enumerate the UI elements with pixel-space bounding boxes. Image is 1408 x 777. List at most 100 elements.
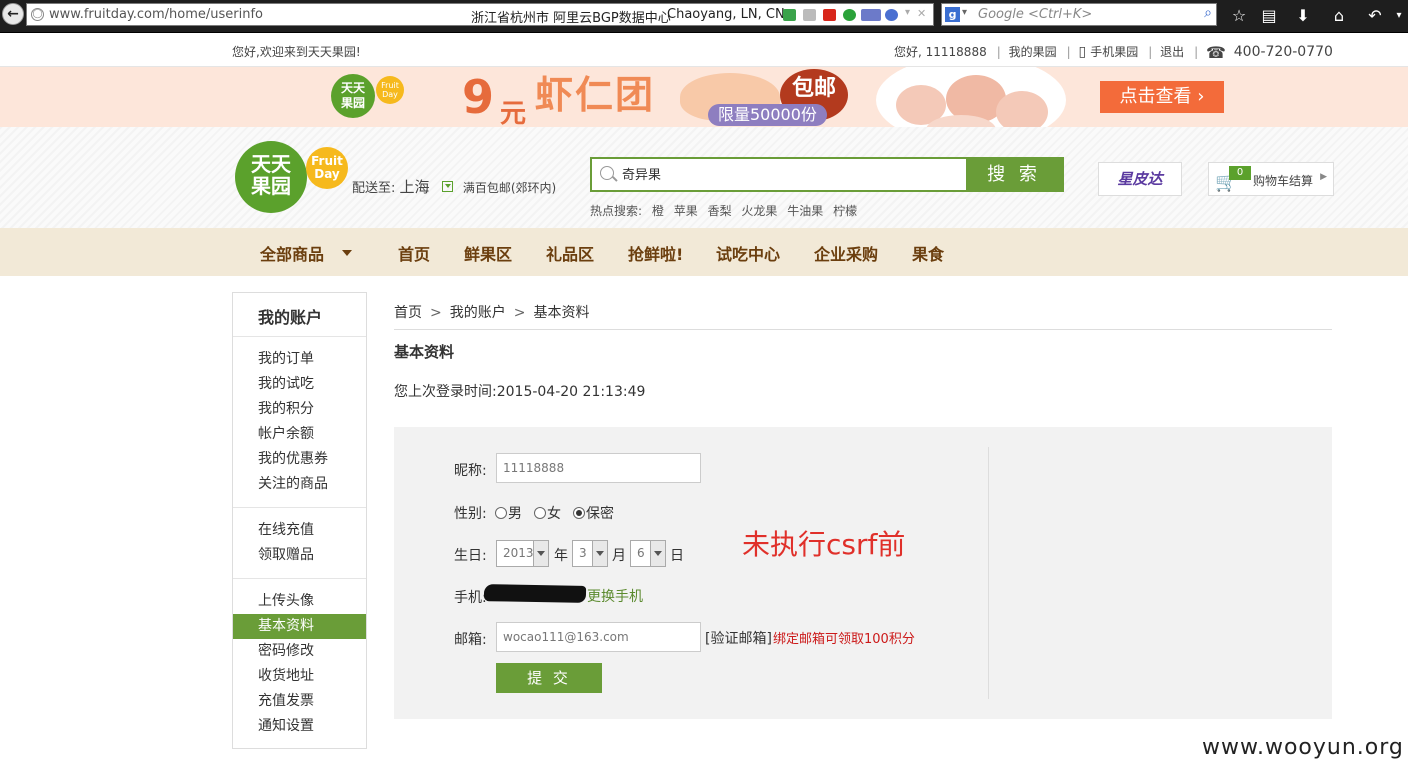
chevron-down-icon[interactable] [342,250,352,256]
nav-item-fresh[interactable]: 鲜果区 [464,241,512,265]
nav-item-home[interactable]: 首页 [398,241,430,265]
qr-extension-icon[interactable] [803,9,816,21]
reload-icon[interactable]: ✕ [917,7,930,20]
sidebar-item-notifications[interactable]: 通知设置 [233,714,366,739]
birth-day-select[interactable]: 6 [630,540,666,567]
google-icon[interactable]: g [945,7,960,22]
bookmarks-list-icon[interactable]: ▤ [1258,5,1280,27]
nav-item-fruit-food[interactable]: 果食 [912,241,944,265]
address-bar[interactable]: ◯ www.fruitday.com/home/userinfo 浙江省杭州市 … [26,3,934,26]
delivery-region[interactable]: 配送至: 上海 满百包邮(郊环内) [352,176,556,197]
cart-button[interactable]: 🛒 0 购物车结算 ▶ [1208,162,1334,196]
sidebar-item-recharge[interactable]: 在线充值 [233,518,366,543]
gender-female-label: 女 [547,506,561,522]
shield-extension-icon[interactable] [783,9,796,21]
download-icon[interactable]: ⬇ [1292,5,1314,27]
partner-logo-button[interactable]: 星皮达 [1098,162,1182,196]
sidebar-item-points[interactable]: 我的积分 [233,397,366,422]
search-input[interactable] [622,166,962,181]
sidebar-item-invoice[interactable]: 充值发票 [233,689,366,714]
radio-female[interactable] [534,507,546,519]
logo-line2: 果园 [251,174,291,198]
submit-button[interactable]: 提 交 [496,663,602,693]
birthday-label: 生日: [454,548,487,564]
sidebar-title: 我的账户 [258,308,323,327]
deliver-city[interactable]: 上海 [400,178,430,196]
sidebar-item-profile[interactable]: 基本资料 [233,614,366,639]
sidebar-item-orders[interactable]: 我的订单 [233,347,366,372]
nickname-input[interactable] [496,453,701,483]
nav-item-flash-sale[interactable]: 抢鲜啦! [628,241,683,265]
nav-all-products[interactable]: 全部商品 [260,241,324,265]
hot-search-label: 热点搜索: [590,204,643,218]
banner-logo: 天天 果园 [331,74,375,118]
birth-year-select[interactable]: 2013 [496,540,549,567]
verify-email-link[interactable]: [验证邮箱] [705,628,772,648]
hot-search-term[interactable]: 香梨 [708,204,732,218]
sidebar-divider [233,507,366,508]
browser-search-bar[interactable]: g ▾ Google <Ctrl+K> ⌕ [941,3,1217,26]
sidebar-divider [233,578,366,579]
engine-dropdown-icon[interactable]: ▾ [962,7,967,18]
birth-month-select[interactable]: 3 [572,540,608,567]
my-fruitday-link[interactable]: 我的果园 [1009,45,1057,59]
region-dropdown-icon[interactable] [441,181,453,192]
view-now-button[interactable]: 点击查看 › [1100,81,1224,113]
undo-icon[interactable]: ↶ [1364,5,1386,27]
hot-search-term[interactable]: 火龙果 [741,204,777,218]
top-links: 您好, 11118888 | 我的果园 | ▯ 手机果园 | 退出 | ☎ 400-720… [894,43,1333,62]
bookmark-star-icon[interactable]: ☆ [1228,5,1250,27]
breadcrumb-account[interactable]: 我的账户 [450,305,506,321]
nav-item-enterprise[interactable]: 企业采购 [814,241,878,265]
radio-male[interactable] [495,507,507,519]
back-arrow-icon[interactable]: ← [2,3,24,25]
nav-item-tasting[interactable]: 试吃中心 [716,241,780,265]
email-input[interactable] [496,622,701,652]
search-icon[interactable]: ⌕ [1204,5,1212,21]
browser-toolbar: ← ◯ www.fruitday.com/home/userinfo 浙江省杭州… [0,0,1408,33]
ie-extension-icon[interactable] [885,9,898,21]
gender-option-male[interactable]: 男 [495,503,522,523]
logo-badge: Fruit Day [306,147,348,189]
green-g-extension-icon[interactable] [843,9,856,21]
menu-arrow-icon[interactable]: ▾ [1388,5,1408,27]
promo-banner[interactable]: 天天 果园 Fruit Day 9 元 虾仁团 包邮 限量50000份 点击查看 › [0,67,1408,127]
birth-month-value: 3 [579,546,587,560]
sidebar-item-password[interactable]: 密码修改 [233,639,366,664]
home-icon[interactable]: ⌂ [1328,5,1350,27]
hot-search-term[interactable]: 柠檬 [833,204,857,218]
change-phone-link[interactable]: 更换手机 [587,586,643,606]
logo-badge-line1: Fruit [311,154,343,168]
sidebar-item-coupons[interactable]: 我的优惠券 [233,447,366,472]
chevron-right-icon: ▶ [1320,172,1327,182]
site-logo[interactable]: 天天 果园 [235,141,307,213]
search-button[interactable]: 搜 索 [966,159,1062,190]
hot-search-term[interactable]: 牛油果 [787,204,823,218]
gender-option-secret[interactable]: 保密 [573,503,614,523]
sidebar-item-tasting[interactable]: 我的试吃 [233,372,366,397]
sidebar-item-address[interactable]: 收货地址 [233,664,366,689]
logo-line1: 天天 [251,152,291,176]
hot-search-term[interactable]: 苹果 [674,204,698,218]
nav-item-gifts[interactable]: 礼品区 [546,241,594,265]
banner-price-number: 9 [462,70,495,124]
sidebar-item-avatar[interactable]: 上传头像 [233,589,366,614]
banner-title: 虾仁团 [535,73,656,117]
chevron-down-icon [592,541,607,566]
flag-cn-icon[interactable] [823,9,836,21]
hot-searches: 热点搜索: 橙 苹果 香梨 火龙果 牛油果 柠檬 [590,202,863,219]
radio-secret[interactable] [573,507,585,519]
sidebar-item-gifts[interactable]: 领取赠品 [233,543,366,568]
cart-count-badge: 0 [1229,166,1251,180]
breadcrumb-divider [394,329,1332,330]
php-extension-icon[interactable] [861,9,881,21]
banner-logo-line1: 天天 [340,81,365,95]
hot-search-term[interactable]: 橙 [652,204,664,218]
sidebar-item-balance[interactable]: 帐户余额 [233,422,366,447]
gender-option-female[interactable]: 女 [534,503,561,523]
watermark: www.wooyun.org [1202,735,1404,760]
logout-link[interactable]: 退出 [1160,45,1184,59]
breadcrumb-home[interactable]: 首页 [394,305,422,321]
sidebar-item-followed[interactable]: 关注的商品 [233,472,366,497]
mobile-fruitday-link[interactable]: 手机果园 [1090,45,1138,59]
